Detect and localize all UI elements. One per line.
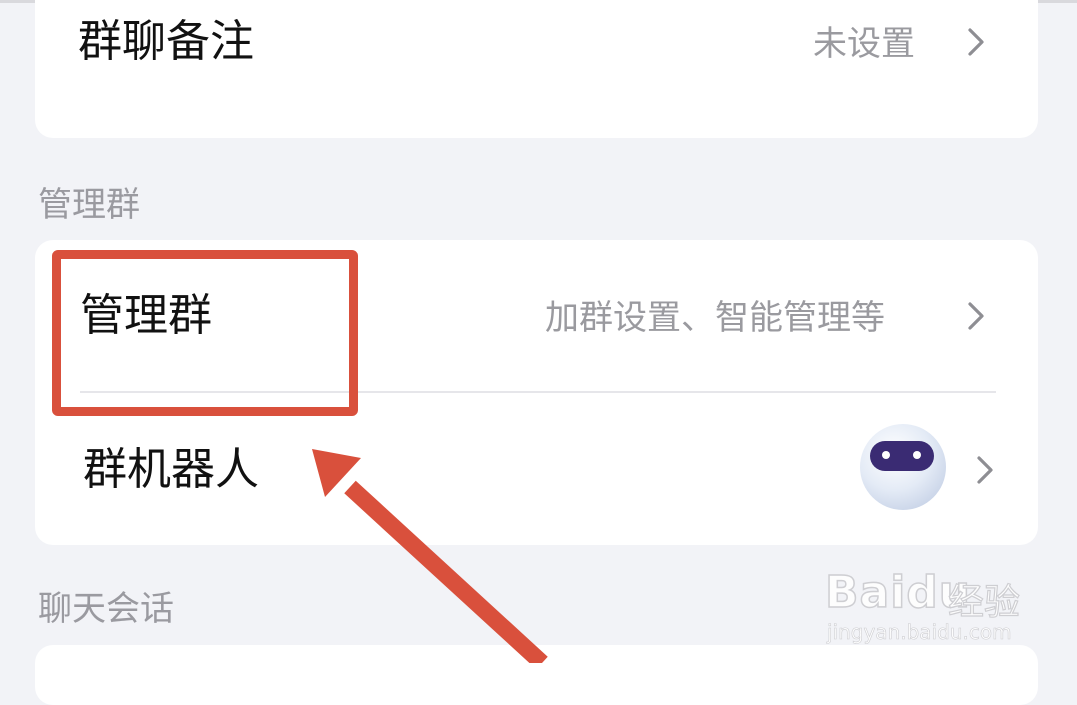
baidu-watermark: Baidu 经验 jingyan.baidu.com bbox=[824, 545, 1025, 645]
watermark-url: jingyan.baidu.com bbox=[827, 620, 1012, 645]
watermark-suffix: 经验 bbox=[947, 581, 1021, 623]
